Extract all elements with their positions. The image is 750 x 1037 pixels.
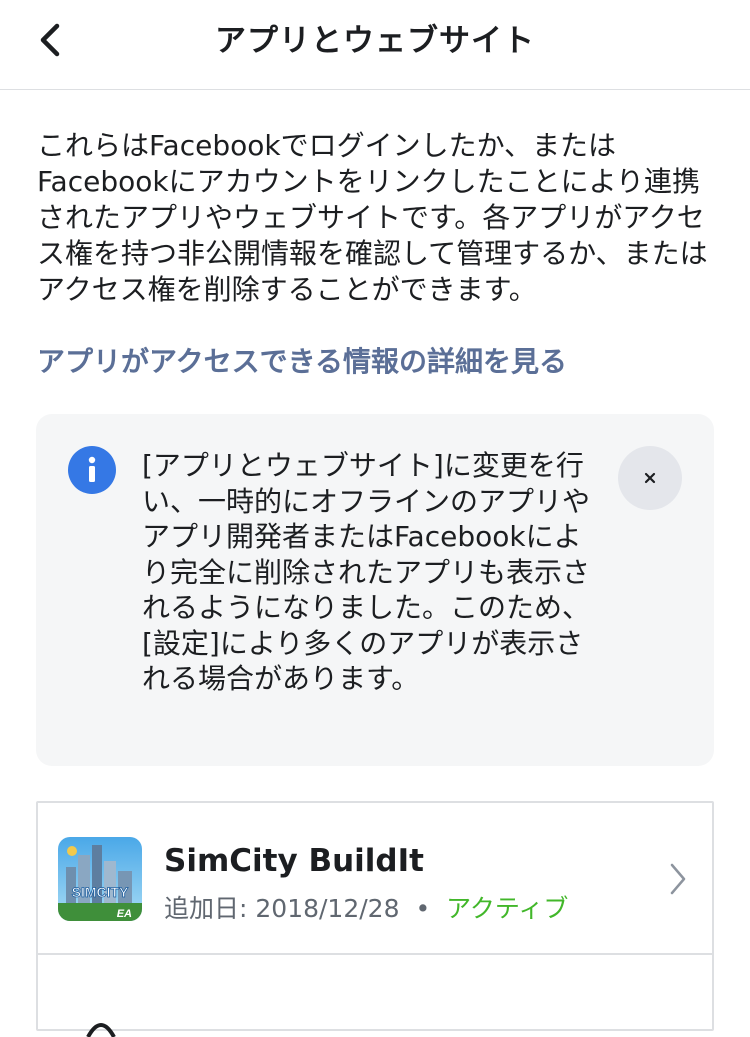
app-icon-partial	[86, 1023, 116, 1037]
app-name: SimCity BuildIt	[164, 843, 424, 879]
page-title: アプリとウェブサイト	[215, 23, 535, 59]
chevron-right-icon	[670, 863, 686, 895]
added-label: 追加日:	[164, 894, 248, 923]
notice-message: [アプリとウェブサイト]に変更を行い、一時的にオフラインのアプリやアプリ開発者ま…	[142, 449, 591, 695]
info-icon	[68, 446, 116, 494]
svg-text:EA: EA	[117, 908, 132, 920]
chevron-left-icon	[40, 23, 60, 57]
app-list: SIMCITY EA SimCity BuildIt 追加日: 2018/12/…	[36, 801, 714, 1037]
intro-description: これらはFacebookでログインしたか、またはFacebookにアカウントをリ…	[37, 129, 708, 306]
info-notice-card: [アプリとウェブサイト]に変更を行い、一時的にオフラインのアプリやアプリ開発者ま…	[36, 414, 714, 766]
close-icon	[644, 472, 656, 484]
back-button[interactable]	[28, 18, 72, 62]
app-icon-simcity: SIMCITY EA	[58, 837, 142, 921]
app-row-simcity[interactable]: SIMCITY EA SimCity BuildIt 追加日: 2018/12/…	[38, 803, 712, 955]
learn-more-link[interactable]: アプリがアクセスできる情報の詳細を見る	[37, 344, 567, 380]
status-badge: アクティブ	[446, 894, 569, 923]
dismiss-notice-button[interactable]	[618, 446, 682, 510]
meta-separator: •	[415, 894, 431, 923]
top-nav-bar: アプリとウェブサイト	[0, 0, 750, 90]
app-meta: 追加日: 2018/12/28 • アクティブ	[164, 889, 568, 925]
svg-text:SIMCITY: SIMCITY	[72, 884, 129, 900]
added-date: 2018/12/28	[255, 894, 400, 923]
app-row-partial[interactable]	[38, 957, 712, 1037]
